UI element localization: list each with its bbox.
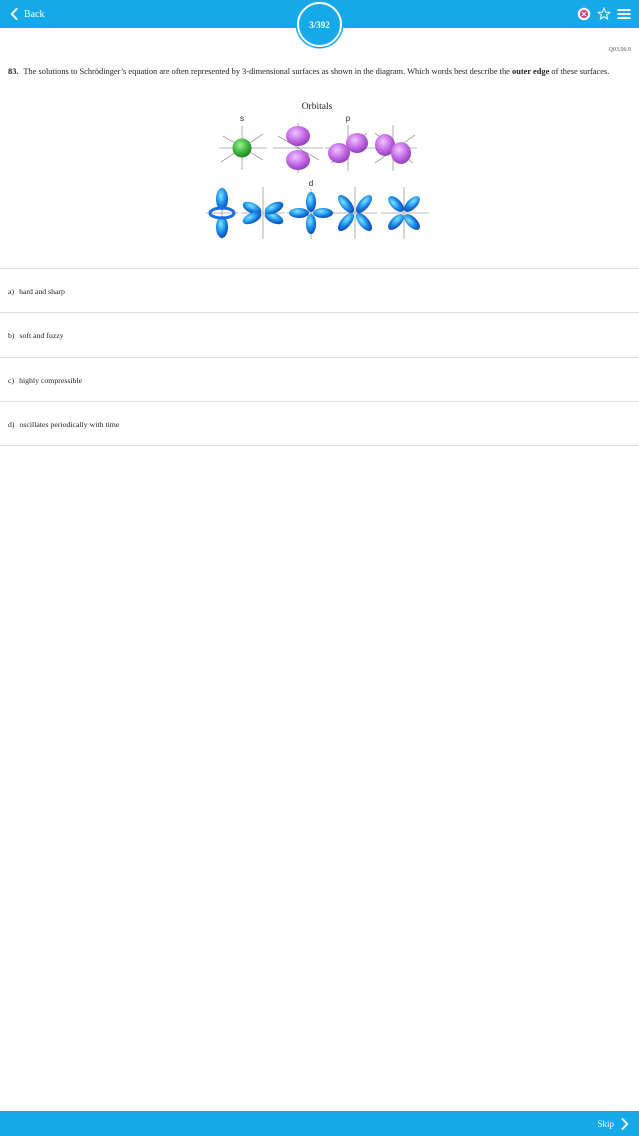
label-s: s (240, 114, 244, 123)
orbitals-figure: Orbitals s p d (205, 97, 435, 245)
divider (0, 445, 639, 446)
choice-text: highly compressible (19, 375, 83, 385)
p-orbital-x (325, 125, 371, 171)
question-bold-term: outer edge (512, 67, 550, 76)
choice-text: soft and fuzzy (19, 330, 64, 340)
choice-letter: c) (8, 375, 15, 385)
chevron-left-icon (10, 8, 18, 20)
question-id: Q03.06.9 (608, 47, 631, 53)
menu-icon[interactable] (617, 8, 631, 20)
back-label: Back (24, 8, 45, 20)
choice-d[interactable]: d) oscillates periodically with time (0, 402, 639, 446)
question-text: 83. The solutions to Schrödinger’s equat… (8, 66, 632, 78)
top-icons (577, 0, 631, 28)
choice-text: oscillates periodically with time (19, 419, 120, 429)
question-counter: 3/392 (297, 2, 342, 47)
skip-button[interactable]: Skip (597, 1111, 629, 1136)
choice-c[interactable]: c) highly compressible (0, 358, 639, 402)
skip-label: Skip (597, 1118, 614, 1129)
question-number: 83. (8, 67, 19, 76)
choice-letter: b) (8, 330, 15, 340)
choice-letter: d) (8, 419, 15, 429)
label-p: p (346, 114, 351, 123)
bottom-bar: Skip (0, 1111, 639, 1136)
question-text-after: of these surfaces. (551, 67, 610, 76)
close-circle-icon[interactable] (577, 7, 591, 21)
d-orbital-yz (287, 189, 335, 239)
choice-a[interactable]: a) hard and sharp (0, 269, 639, 313)
chevron-right-icon (621, 1117, 629, 1130)
choice-text: hard and sharp (19, 286, 65, 296)
choice-b[interactable]: b) soft and fuzzy (0, 313, 639, 357)
label-d: d (309, 179, 313, 188)
question-text-before: The solutions to Schrödinger’s equation … (23, 67, 510, 76)
p-orbital-y (371, 125, 417, 171)
back-button[interactable]: Back (10, 0, 45, 28)
d-orbital-z2 (206, 187, 238, 239)
d-orbital-xz (241, 187, 285, 239)
choice-letter: a) (8, 286, 15, 296)
d-orbital-x2-y2 (381, 187, 429, 239)
d-orbital-xy (333, 187, 377, 239)
star-outline-icon[interactable] (597, 7, 611, 21)
figure-title: Orbitals (302, 102, 333, 112)
s-orbital (219, 126, 267, 170)
p-orbital-z (273, 123, 323, 173)
